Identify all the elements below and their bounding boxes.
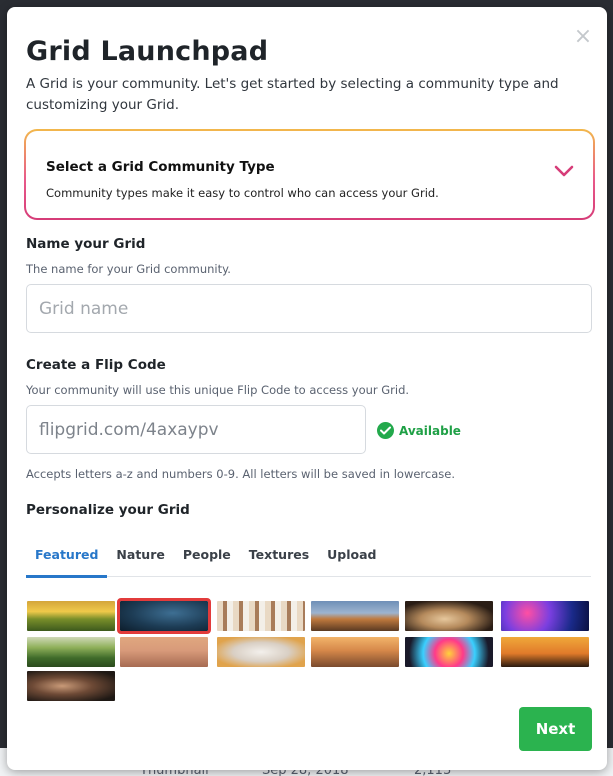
chevron-down-icon [554,165,574,177]
background-image-thumbnail[interactable] [120,637,208,667]
dialog-title: Grid Launchpad [26,36,269,67]
tab-upload[interactable]: Upload [318,545,385,577]
close-icon[interactable]: × [573,26,593,48]
background-image-thumbnail[interactable] [311,601,399,631]
tab-nature[interactable]: Nature [107,545,173,577]
background-image-thumbnail[interactable] [27,637,115,667]
community-type-description: Community types make it easy to control … [46,186,439,200]
tab-people[interactable]: People [174,545,240,577]
dialog-intro: A Grid is your community. Let's get star… [26,76,559,113]
background-image-thumbnail[interactable] [217,637,305,667]
tab-textures[interactable]: Textures [240,545,318,577]
background-image-thumbnail[interactable] [27,671,115,701]
grid-name-input[interactable] [26,284,592,333]
image-category-tabs: Featured Nature People Textures Upload [26,545,591,578]
tab-featured[interactable]: Featured [26,545,108,578]
background-image-thumbnail[interactable] [311,637,399,667]
background-image-thumbnail[interactable] [501,601,589,631]
flip-code-hint: Accepts letters a-z and numbers 0-9. All… [26,467,456,481]
background-image-thumbnail[interactable] [405,601,493,631]
personalize-heading: Personalize your Grid [26,502,190,518]
background-image-thumbnail[interactable] [27,601,115,631]
background-image-thumbnail[interactable] [501,637,589,667]
check-circle-icon [377,422,394,439]
availability-label: Available [399,423,461,438]
community-type-title: Select a Grid Community Type [46,159,275,175]
flip-code-input[interactable] [26,405,366,454]
flip-code-subtitle: Your community will use this unique Flip… [26,383,410,397]
name-section-subtitle: The name for your Grid community. [26,262,231,276]
flip-code-heading: Create a Flip Code [26,357,166,373]
background-image-thumbnail[interactable] [217,601,305,631]
background-image-thumbnail[interactable] [405,637,493,667]
grid-launchpad-dialog: × Grid Launchpad A Grid is your communit… [7,7,607,770]
availability-status: Available [377,422,461,439]
name-section-heading: Name your Grid [26,236,146,252]
background-image-thumbnail[interactable] [117,598,211,634]
next-button[interactable]: Next [519,707,592,751]
community-type-dropdown[interactable]: Select a Grid Community Type Community t… [24,129,595,220]
